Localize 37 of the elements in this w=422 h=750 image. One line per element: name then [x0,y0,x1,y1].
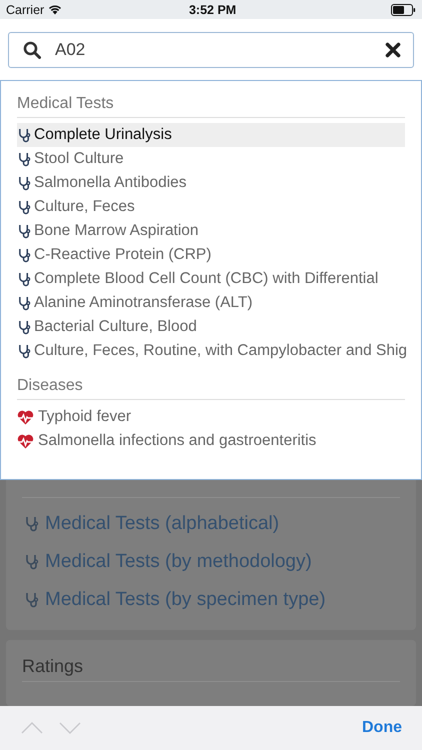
suggestion-item[interactable]: Bone Marrow Aspiration [17,219,405,244]
done-button[interactable]: Done [362,715,402,742]
group-heading: Medical Tests [17,95,405,118]
suggestion-item[interactable]: Typhoid fever [17,405,405,430]
carrier-label: Carrier [6,2,44,17]
section-heading: Ratings [22,640,400,682]
suggestion-item[interactable]: Stool Culture [17,147,405,172]
suggestion-item[interactable]: Salmonella infections and gastroenteritis [17,429,405,454]
stethoscope-icon [18,128,31,143]
stethoscope-icon [18,176,31,191]
stethoscope-icon [25,592,39,608]
stethoscope-icon [25,516,39,532]
suggestion-item[interactable]: C-Reactive Protein (CRP) [17,243,405,268]
stethoscope-icon [18,272,31,287]
stethoscope-icon [25,554,39,570]
battery-icon [391,4,416,16]
clear-icon[interactable] [385,42,401,58]
suggestion-item[interactable]: Complete Urinalysis [17,123,405,148]
stethoscope-icon [18,296,31,311]
search-field[interactable]: A02 [8,32,414,68]
suggestion-item[interactable]: Culture, Feces, Routine, with Campylobacter and Shig [17,339,405,364]
suggestion-item[interactable]: Salmonella Antibodies [17,171,405,196]
suggestion-item[interactable]: Culture, Feces [17,195,405,220]
stethoscope-icon [18,320,31,335]
stethoscope-icon [18,200,31,215]
heartbeat-icon [17,410,34,425]
suggestion-item[interactable]: Bacterial Culture, Blood [17,315,405,340]
stethoscope-icon [18,344,31,359]
heartbeat-icon [17,434,34,449]
group-heading: Diseases [17,377,405,400]
clock-time: 3:52 PM [188,2,238,17]
stethoscope-icon [18,152,31,167]
suggestion-item[interactable]: Complete Blood Cell Count (CBC) with Differential [17,267,405,292]
stethoscope-icon [18,248,31,263]
suggestion-item[interactable]: Alanine Aminotransferase (ALT) [17,291,405,316]
stethoscope-icon [18,224,31,239]
wifi-icon [48,4,62,16]
